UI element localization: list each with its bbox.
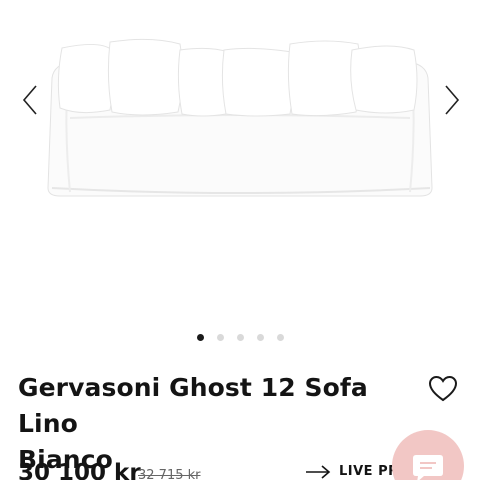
chevron-left-icon[interactable] (16, 80, 44, 120)
carousel-dot[interactable] (237, 334, 244, 341)
carousel-dot[interactable] (197, 334, 204, 341)
product-image-gallery[interactable] (0, 0, 480, 330)
chevron-right-icon[interactable] (438, 80, 466, 120)
carousel-dot[interactable] (217, 334, 224, 341)
carousel-dot[interactable] (257, 334, 264, 341)
carousel-pagination (197, 334, 284, 342)
price: 30 100 kr (18, 460, 141, 480)
product-title-line-1: Gervasoni Ghost 12 Sofa Lino (18, 373, 368, 438)
chat-icon (413, 455, 443, 480)
carousel-dot[interactable] (277, 334, 284, 341)
old-price: 32 715 kr (138, 468, 201, 480)
arrow-right-icon (306, 464, 331, 479)
product-image (47, 38, 433, 197)
live-link[interactable]: LIVE PR (305, 464, 399, 479)
live-link-label: LIVE PR (339, 464, 399, 479)
heart-icon[interactable] (427, 373, 459, 405)
